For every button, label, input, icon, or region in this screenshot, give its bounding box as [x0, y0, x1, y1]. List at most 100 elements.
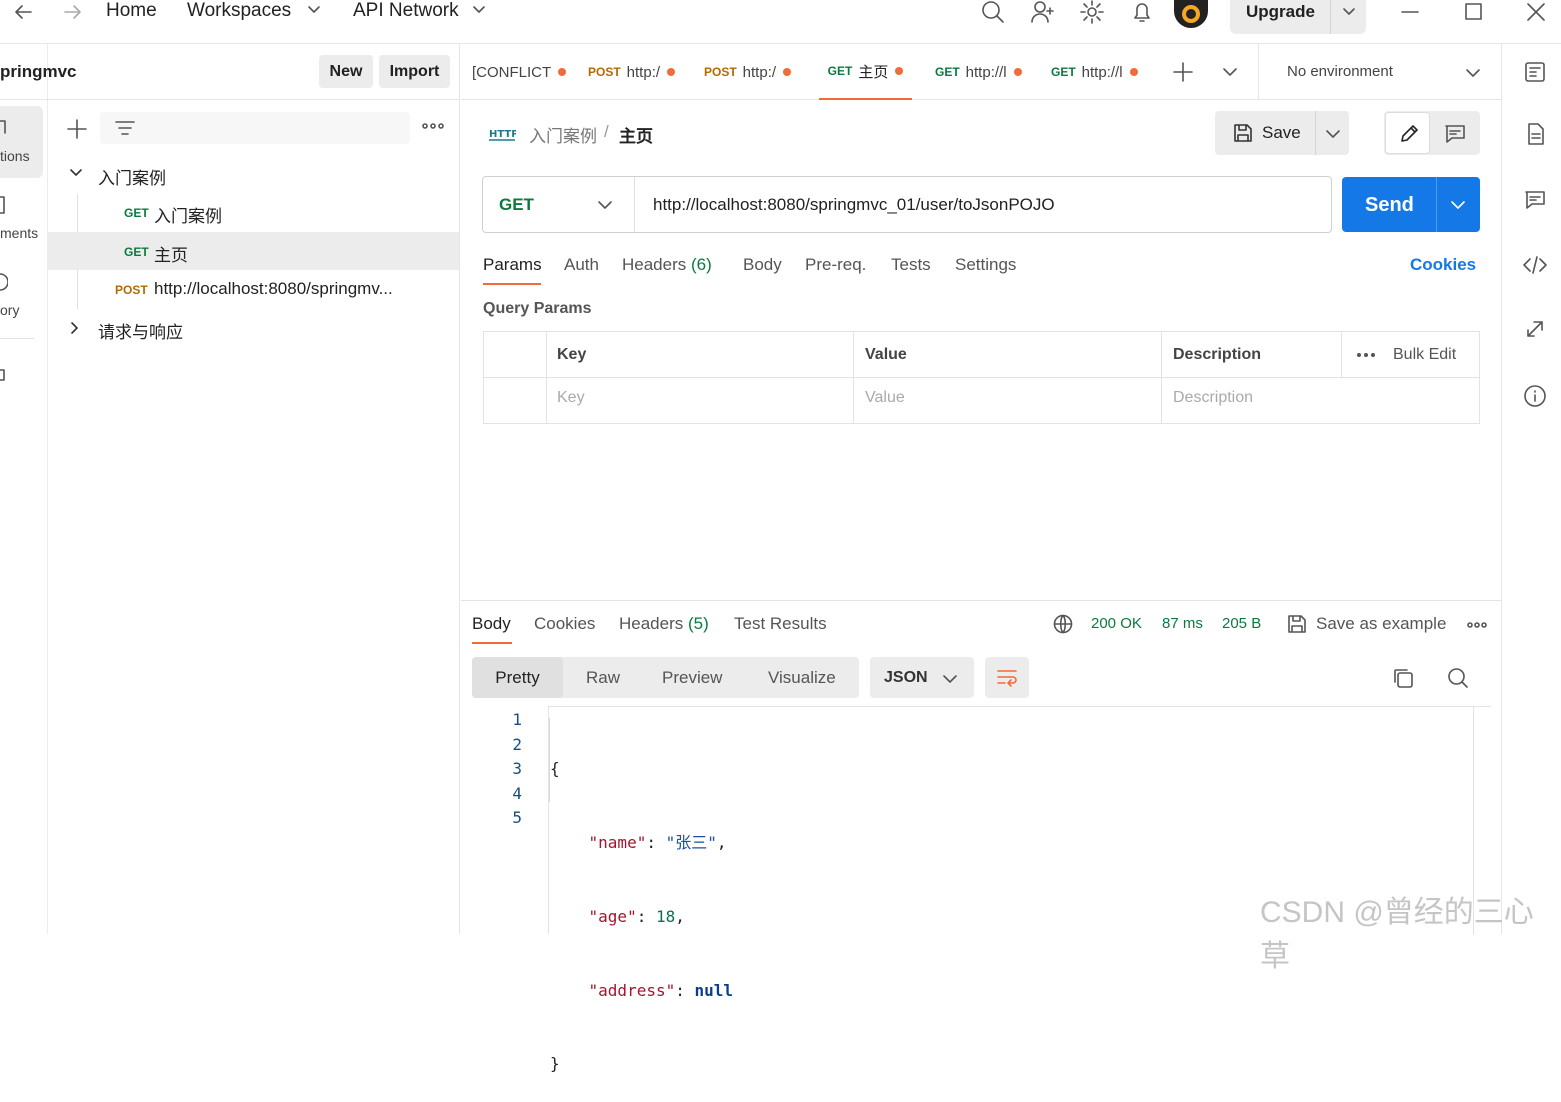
nav-workspaces[interactable]: Workspaces [187, 0, 291, 22]
tab-label: http:/ [626, 63, 661, 81]
cookies-link[interactable]: Cookies [1410, 255, 1476, 275]
url-input[interactable]: http://localhost:8080/springmvc_01/user/… [653, 195, 1055, 215]
tree-folder[interactable]: 入门案例 [48, 155, 459, 193]
maximize-icon[interactable] [1464, 2, 1484, 22]
related-collections-icon[interactable] [1524, 318, 1546, 340]
view-raw[interactable]: Raw [586, 668, 620, 688]
globe-icon[interactable] [1053, 614, 1073, 634]
tree-request[interactable]: POST http://localhost:8080/springmv... [48, 270, 459, 308]
rail-label-history: ory [0, 302, 20, 318]
chevron-down-icon[interactable] [1342, 6, 1356, 18]
new-button[interactable]: New [319, 55, 373, 88]
save-as-example-button[interactable]: Save as example [1316, 614, 1446, 634]
comment-mode-icon[interactable] [1444, 123, 1466, 145]
close-icon[interactable] [1526, 2, 1546, 22]
add-tab-icon[interactable] [1172, 61, 1194, 83]
request-tab[interactable]: POST http:/ [704, 44, 792, 100]
rail-item-collections[interactable]: tions [0, 106, 43, 178]
request-tab[interactable]: [CONFLICT [472, 44, 567, 100]
environment-quicklook-icon[interactable] [1524, 60, 1548, 84]
tab-prereq[interactable]: Pre-req. [805, 255, 866, 275]
tree-request-selected[interactable]: GET 主页 [48, 232, 459, 270]
line-number: 3 [512, 759, 522, 779]
method-select[interactable]: GET [483, 177, 635, 232]
description-input[interactable]: Description [1173, 389, 1253, 407]
response-tab-test-results[interactable]: Test Results [734, 614, 827, 634]
tab-params[interactable]: Params [483, 255, 542, 275]
status-code[interactable]: 200 OK [1091, 615, 1142, 632]
edit-mode-button[interactable] [1385, 112, 1430, 154]
view-pretty[interactable]: Pretty [472, 657, 563, 698]
chevron-down-icon [307, 4, 321, 16]
forward-arrow-icon[interactable] [62, 2, 84, 22]
tab-auth[interactable]: Auth [564, 255, 599, 275]
chevron-down-icon[interactable] [1325, 128, 1341, 140]
response-headers-count: (5) [688, 614, 709, 633]
more-options-icon[interactable] [422, 122, 444, 130]
flows-icon[interactable] [0, 366, 8, 384]
comments-icon[interactable] [1524, 189, 1546, 211]
info-icon[interactable] [1523, 384, 1547, 408]
avatar[interactable] [1174, 0, 1208, 28]
bulk-edit-button[interactable]: Bulk Edit [1393, 346, 1456, 364]
response-tab-body[interactable]: Body [472, 614, 511, 634]
import-button[interactable]: Import [379, 55, 450, 88]
tab-settings[interactable]: Settings [955, 255, 1016, 275]
tab-label: http://l [965, 63, 1007, 81]
back-arrow-icon[interactable] [12, 2, 34, 22]
tree-request[interactable]: GET 入门案例 [48, 193, 459, 231]
minimize-icon[interactable] [1400, 2, 1420, 22]
invite-user-icon[interactable] [1030, 0, 1056, 24]
workspace-name[interactable]: pringmvc [0, 62, 77, 82]
request-tab[interactable]: GET http://l [935, 44, 1022, 100]
send-button[interactable]: Send [1365, 194, 1414, 217]
format-select[interactable]: JSON [870, 657, 974, 698]
environment-selector[interactable]: No environment [1258, 44, 1501, 100]
watermark: CSDN @曾经的三心草 [1260, 896, 1534, 973]
column-divider [1161, 332, 1162, 423]
code-line: { [550, 757, 733, 782]
key-input[interactable]: Key [557, 389, 585, 407]
chevron-down-icon[interactable] [1450, 199, 1466, 211]
rail-item-history[interactable]: ory [0, 266, 43, 326]
value-input[interactable]: Value [865, 389, 905, 407]
tab-tests[interactable]: Tests [891, 255, 931, 275]
pane-divider[interactable] [461, 600, 1501, 601]
line-number: 4 [512, 783, 522, 803]
documentation-icon[interactable] [1526, 122, 1546, 146]
search-icon[interactable] [981, 0, 1005, 24]
upgrade-button[interactable]: Upgrade [1230, 0, 1366, 34]
response-tab-headers[interactable]: Headers (5) [619, 614, 709, 634]
json-brace: { [550, 759, 560, 779]
gear-icon[interactable] [1080, 0, 1104, 24]
sidebar-filter-input[interactable] [100, 112, 410, 144]
rail-item-environments[interactable]: ments [0, 189, 43, 249]
tab-body[interactable]: Body [743, 255, 782, 275]
response-size[interactable]: 205 B [1222, 615, 1261, 632]
left-rail: tions ments ory [0, 44, 48, 934]
tab-headers[interactable]: Headers (6) [622, 255, 712, 275]
response-tab-cookies[interactable]: Cookies [534, 614, 595, 634]
code-icon[interactable] [1522, 254, 1548, 276]
request-tab[interactable]: GET http://l [1051, 44, 1138, 100]
copy-icon[interactable] [1392, 667, 1414, 689]
tree-folder-label: 入门案例 [98, 169, 166, 188]
request-tab[interactable]: POST http:/ [588, 44, 676, 100]
more-options-icon[interactable] [1467, 621, 1487, 629]
bell-icon[interactable] [1130, 0, 1154, 24]
add-icon[interactable] [66, 118, 88, 140]
wrap-lines-button[interactable] [985, 657, 1029, 698]
nav-home[interactable]: Home [106, 0, 157, 22]
tree-folder[interactable]: 请求与响应 [48, 309, 459, 347]
save-button[interactable]: Save [1215, 111, 1315, 155]
view-visualize[interactable]: Visualize [768, 668, 836, 688]
view-preview[interactable]: Preview [662, 668, 722, 688]
response-time[interactable]: 87 ms [1162, 615, 1203, 632]
chevron-down-icon[interactable] [1222, 66, 1238, 78]
nav-api-network[interactable]: API Network [353, 0, 459, 22]
more-options-icon[interactable] [1356, 352, 1376, 358]
method-badge: GET [124, 245, 149, 259]
request-tab-active[interactable]: GET 主页 [819, 44, 912, 100]
search-icon[interactable] [1447, 667, 1469, 689]
breadcrumb-parent[interactable]: 入门案例 [529, 122, 597, 147]
